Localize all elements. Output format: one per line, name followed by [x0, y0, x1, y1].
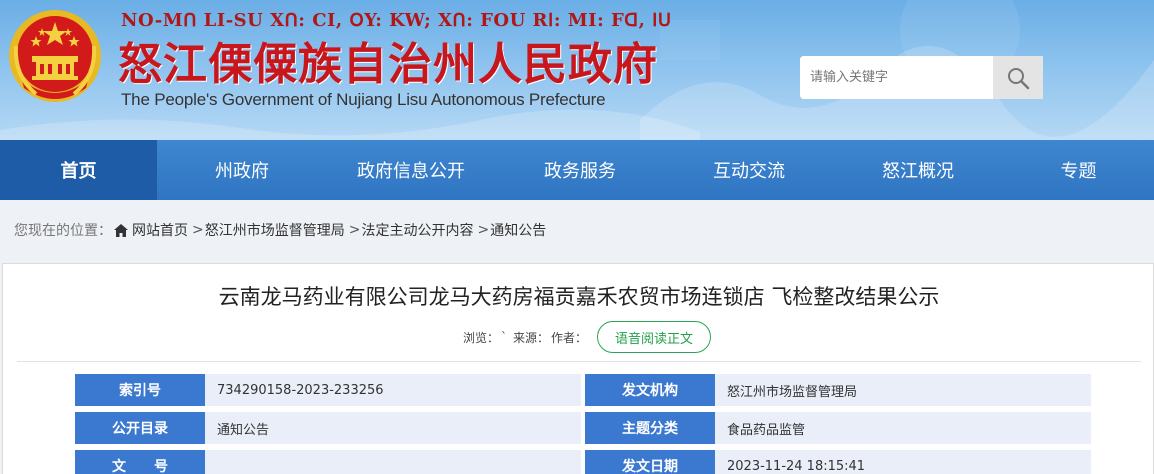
national-emblem-icon	[9, 10, 101, 102]
search-button[interactable]	[993, 56, 1043, 99]
issue-date-label: 发文日期	[585, 450, 715, 474]
nav-item-prefecture-government[interactable]: 州政府	[157, 140, 327, 200]
disclosure-category-label: 公开目录	[75, 412, 205, 444]
breadcrumb-separator: >	[192, 222, 204, 238]
table-row: 索引号 734290158-2023-233256 发文机构 怒江州市场监督管理…	[75, 374, 1093, 406]
source-label: 来源：	[513, 330, 550, 345]
read-aloud-button[interactable]: 语音阅读正文	[597, 321, 712, 353]
breadcrumb-separator: >	[348, 222, 361, 238]
table-row: 公开目录 通知公告 主题分类 食品药品监管	[75, 412, 1093, 444]
index-number-label: 索引号	[75, 374, 205, 406]
article-title: 云南龙马药业有限公司龙马大药房福贡嘉禾农贸市场连锁店 飞检整改结果公示	[218, 285, 940, 309]
search-box	[800, 56, 1043, 99]
breadcrumb-label: 您现在的位置：	[14, 223, 112, 239]
breadcrumb-item-market-supervision-bureau[interactable]: 怒江州市场监督管理局	[205, 220, 345, 240]
breadcrumb-item-notices[interactable]: 通知公告	[490, 220, 546, 240]
issuing-agency-value: 怒江州市场监督管理局	[715, 374, 1091, 406]
table-row: 文 号 发文日期 2023-11-24 18:15:41	[75, 450, 1093, 474]
main-nav: 首页 州政府 政府信息公开 政务服务 互动交流 怒江概况 专题	[0, 140, 1154, 200]
views-value: `	[501, 330, 508, 344]
home-icon	[114, 223, 128, 237]
site-title-chinese: 怒江傈僳族自治州人民政府	[118, 39, 658, 90]
article-meta: 浏览： ` 来源： 作者： 语音阅读正文	[463, 321, 763, 353]
lisu-script-title: NO-Mꓵ LI-SU Xꓵ: CI, ꓳY: KW; Xꓵ: FOU Rꓲ: …	[121, 10, 672, 31]
breadcrumb-separator: >	[477, 222, 490, 238]
author-label: 作者：	[551, 330, 588, 345]
document-info-table: 索引号 734290158-2023-233256 发文机构 怒江州市场监督管理…	[75, 374, 1093, 474]
breadcrumb-item-home[interactable]: 网站首页	[132, 220, 188, 240]
article-panel: 云南龙马药业有限公司龙马大药房福贡嘉禾农贸市场连锁店 飞检整改结果公示 浏览： …	[2, 263, 1154, 474]
search-icon	[1008, 67, 1030, 89]
nav-item-interaction[interactable]: 互动交流	[665, 140, 833, 200]
nav-item-government-info-disclosure[interactable]: 政府信息公开	[327, 140, 495, 200]
issue-date-value: 2023-11-24 18:15:41	[715, 450, 1091, 474]
views-label: 浏览：	[463, 330, 500, 345]
subject-category-value: 食品药品监管	[715, 412, 1091, 444]
breadcrumb-item-statutory-disclosure[interactable]: 法定主动公开内容	[361, 220, 473, 240]
document-number-label: 文 号	[75, 450, 205, 474]
divider	[17, 361, 1141, 362]
nav-item-government-services[interactable]: 政务服务	[495, 140, 665, 200]
breadcrumb: 您现在的位置： 网站首页 > 怒江州市场监督管理局 > 法定主动公开内容 > 通…	[14, 219, 714, 241]
nav-item-nujiang-overview[interactable]: 怒江概况	[833, 140, 1003, 200]
nav-item-topics[interactable]: 专题	[1003, 140, 1154, 200]
issuing-agency-label: 发文机构	[585, 374, 715, 406]
site-title-english: The People's Government of Nujiang Lisu …	[121, 90, 606, 109]
nav-item-home[interactable]: 首页	[0, 140, 157, 200]
index-number-value: 734290158-2023-233256	[205, 374, 581, 406]
site-header: NO-Mꓵ LI-SU Xꓵ: CI, ꓳY: KW; Xꓵ: FOU Rꓲ: …	[0, 0, 1154, 140]
subject-category-label: 主题分类	[585, 412, 715, 444]
search-input[interactable]	[800, 56, 993, 99]
disclosure-category-value: 通知公告	[205, 412, 581, 444]
document-number-value	[205, 450, 581, 474]
